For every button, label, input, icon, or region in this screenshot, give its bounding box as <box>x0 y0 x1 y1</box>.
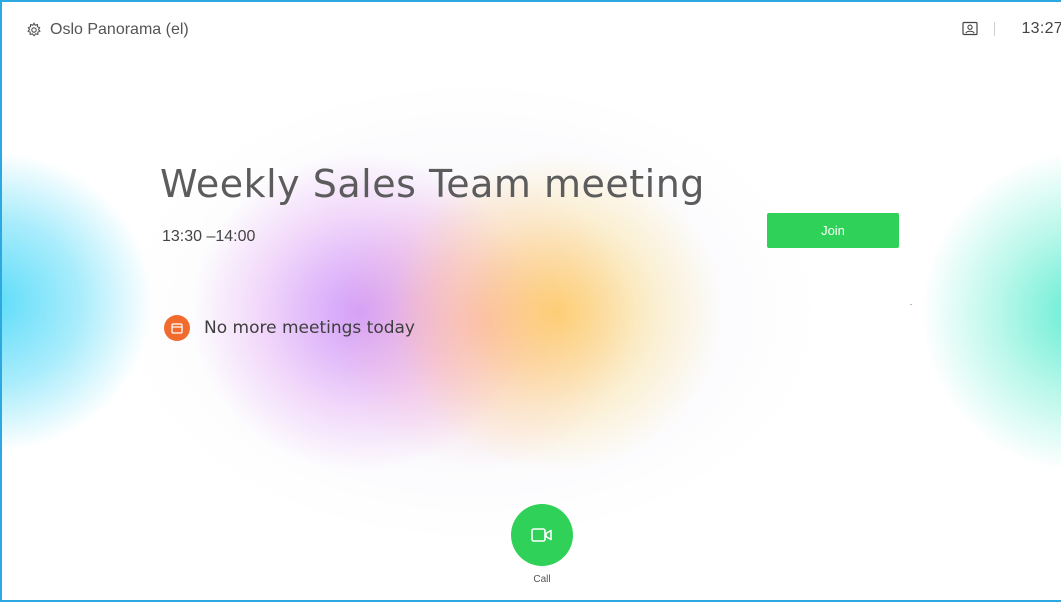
calendar-icon-badge <box>164 315 190 341</box>
meeting-time-range: 13:30 –14:00 <box>162 228 256 245</box>
room-name: Oslo Panorama (el) <box>50 21 189 38</box>
no-more-meetings-text: No more meetings today <box>204 318 415 338</box>
clock: 13:27 <box>1021 20 1061 37</box>
video-camera-icon <box>531 528 552 542</box>
room-settings[interactable]: Oslo Panorama (el) <box>26 21 189 39</box>
call-control: Call <box>511 504 573 585</box>
self-view-icon <box>962 21 979 36</box>
decorative-dot <box>910 304 912 305</box>
background-blob-mint <box>922 152 1061 472</box>
join-button[interactable]: Join <box>767 213 899 248</box>
background-blob-cyan <box>2 152 152 452</box>
top-bar: Oslo Panorama (el) 13:27 <box>2 2 1061 62</box>
top-right-controls: 13:27 <box>962 20 1061 38</box>
no-more-meetings-notice: No more meetings today <box>164 315 415 341</box>
call-label: Call <box>533 574 551 585</box>
self-view-button[interactable] <box>962 20 980 38</box>
calendar-icon <box>171 323 183 334</box>
gear-icon <box>27 22 41 37</box>
app-frame: Oslo Panorama (el) 13:27 Weekly Sales Te… <box>0 0 1061 602</box>
top-divider <box>994 22 996 36</box>
call-button[interactable] <box>511 504 573 566</box>
meeting-title: Weekly Sales Team meeting <box>160 162 705 206</box>
